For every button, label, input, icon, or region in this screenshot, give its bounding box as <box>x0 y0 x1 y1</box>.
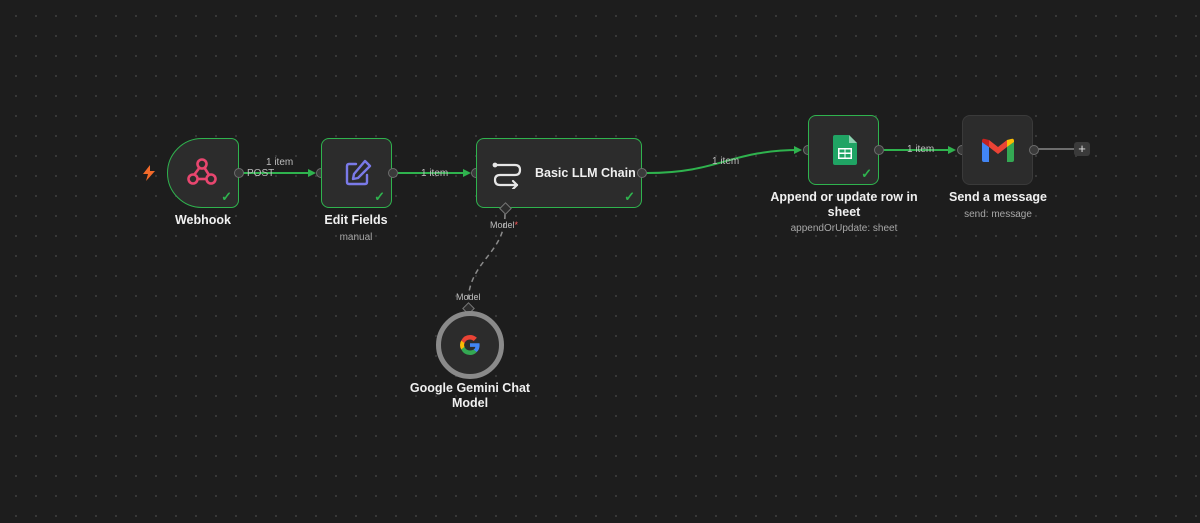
edit-fields-node-subtitle: manual <box>339 232 373 243</box>
llm-chain-output-handle[interactable] <box>637 168 647 178</box>
google-sheets-icon <box>833 135 857 165</box>
sheets-node-subtitle: appendOrUpdate: sheet <box>790 223 898 234</box>
gmail-icon <box>982 138 1014 162</box>
success-check-icon: ✓ <box>624 189 635 204</box>
llm-chain-icon <box>491 159 523 189</box>
edge-method-label: POST <box>247 168 275 179</box>
success-check-icon: ✓ <box>221 189 232 204</box>
required-indicator: * <box>514 220 519 230</box>
gemini-port-label: Model <box>456 292 481 302</box>
gmail-node-label: Send a message <box>949 190 1047 204</box>
gemini-node-label: Google Gemini Chat Model <box>409 381 531 410</box>
gemini-model-node[interactable] <box>436 311 504 379</box>
webhook-node-label: Webhook <box>174 213 232 227</box>
add-node-button[interactable]: + <box>1074 142 1090 156</box>
gmail-node[interactable] <box>962 115 1033 185</box>
webhook-output-handle[interactable] <box>234 168 244 178</box>
webhook-node[interactable]: ✓ <box>167 138 239 208</box>
llm-model-port-label: Model* <box>490 220 519 230</box>
llm-chain-node[interactable]: Basic LLM Chain ✓ <box>476 138 642 208</box>
gmail-node-subtitle: send: message <box>964 209 1032 220</box>
sheets-output-handle[interactable] <box>874 145 884 155</box>
success-check-icon: ✓ <box>861 166 872 181</box>
workflow-canvas[interactable]: ✓ POST 1 item Webhook ✓ 1 item Edit Fiel… <box>0 0 1200 523</box>
edit-fields-node[interactable]: ✓ <box>321 138 392 208</box>
edge-item-count-label: 1 item <box>712 156 740 167</box>
llm-chain-node-label: Basic LLM Chain <box>535 166 636 180</box>
edge-item-count-label: 1 item <box>421 168 449 179</box>
edge-item-count-label: 1 item <box>907 144 935 155</box>
edge-item-count-label: 1 item <box>266 157 294 168</box>
gmail-output-handle[interactable] <box>1029 145 1039 155</box>
webhook-icon <box>186 156 218 188</box>
google-g-icon <box>460 335 480 355</box>
lightning-bolt-icon <box>143 165 155 181</box>
pencil-edit-icon <box>343 158 373 188</box>
sheets-node[interactable]: ✓ <box>808 115 879 185</box>
success-check-icon: ✓ <box>374 189 385 204</box>
edit-fields-node-label: Edit Fields <box>324 213 388 227</box>
sheets-node-label: Append or update row in sheet <box>770 190 918 219</box>
edit-fields-output-handle[interactable] <box>388 168 398 178</box>
connections-layer <box>243 146 1074 305</box>
